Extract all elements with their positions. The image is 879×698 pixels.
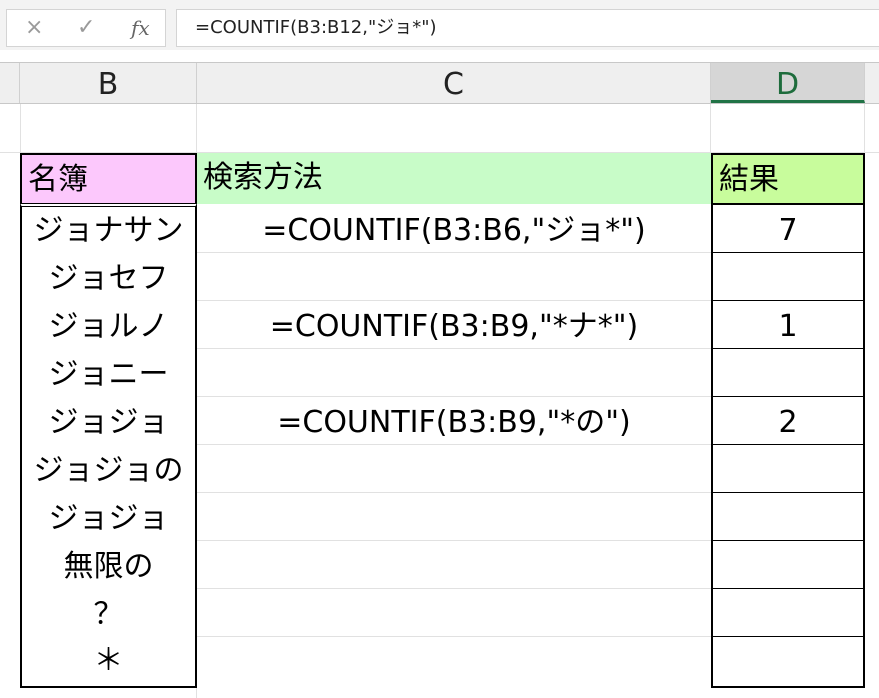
column-headers: B C D <box>0 62 879 104</box>
column-header-c[interactable]: C <box>197 63 711 103</box>
insert-function-icon[interactable]: fx <box>131 10 150 46</box>
header-cell-result[interactable]: 結果 <box>711 153 865 204</box>
header-cell-roster[interactable]: 名簿 <box>20 153 197 204</box>
method-formula-cell[interactable]: =COUNTIF(B3:B9,"*の") <box>197 398 711 446</box>
name-cell[interactable]: ＊ <box>22 636 195 684</box>
name-cell[interactable]: ジョルノ <box>22 302 195 350</box>
column-header-partial[interactable] <box>0 63 20 103</box>
formula-bar: × ✓ fx =COUNTIF(B3:B12,"ジョ*") <box>0 0 879 50</box>
method-formula-cell[interactable]: =COUNTIF(B3:B9,"*ナ*") <box>197 302 711 350</box>
formula-bar-buttons: × ✓ fx <box>6 9 166 47</box>
column-header-b[interactable]: B <box>20 63 197 103</box>
name-cell[interactable]: ジョセフ <box>22 254 195 302</box>
formula-input[interactable]: =COUNTIF(B3:B12,"ジョ*") <box>176 9 879 47</box>
name-cell[interactable]: ジョジョの <box>22 446 195 494</box>
method-formula-cell[interactable]: =COUNTIF(B3:B6,"ジョ*") <box>197 206 711 254</box>
name-cell[interactable]: ジョジョ <box>22 494 195 542</box>
result-cell[interactable]: 2 <box>713 398 863 446</box>
name-cell[interactable]: ジョナサン <box>22 206 195 254</box>
header-cell-method[interactable]: 検索方法 <box>197 153 711 204</box>
result-cell[interactable]: 7 <box>713 206 863 254</box>
cancel-icon[interactable]: × <box>25 10 43 46</box>
enter-icon[interactable]: ✓ <box>77 10 95 46</box>
column-header-d[interactable]: D <box>711 63 865 103</box>
name-cell[interactable]: 無限の <box>22 542 195 590</box>
column-header-partial-e[interactable] <box>865 63 879 103</box>
result-cell[interactable]: 1 <box>713 302 863 350</box>
name-cell[interactable]: ？ <box>22 590 195 638</box>
name-cell[interactable]: ジョニー <box>22 350 195 398</box>
name-cell[interactable]: ジョジョ <box>22 398 195 446</box>
